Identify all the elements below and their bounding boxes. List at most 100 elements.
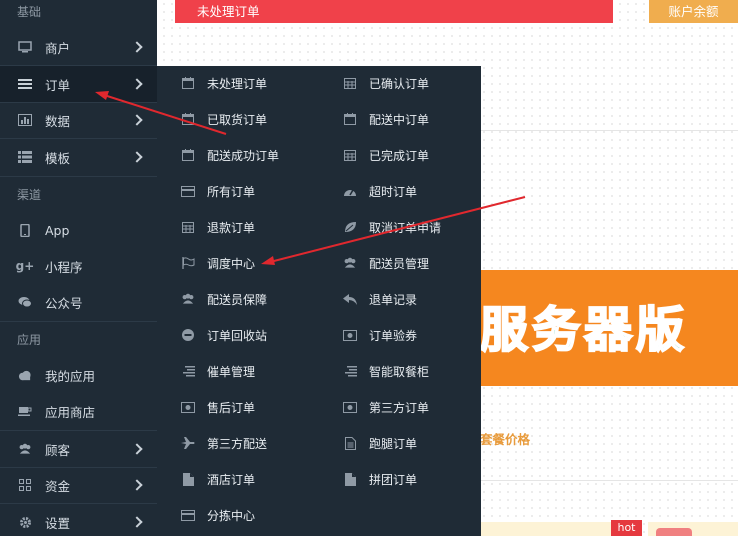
file-icon — [181, 472, 195, 486]
content-divider — [480, 130, 738, 131]
sidebar-item-label: 订单 — [45, 77, 71, 93]
submenu-item-picked-up-orders[interactable]: 已取货订单 — [181, 107, 267, 131]
submenu-item-completed-orders[interactable]: 已完成订单 — [343, 143, 429, 167]
plane-icon — [181, 436, 195, 450]
sidebar-item-label: 数据 — [45, 113, 71, 129]
sidebar-item-app-store[interactable]: 应用商店 — [0, 393, 157, 429]
unprocessed-orders-bar[interactable]: 未处理订单 — [175, 0, 613, 23]
divider — [0, 321, 157, 322]
sidebar-item-label: 公众号 — [45, 295, 83, 311]
orders-submenu: 未处理订单 已取货订单 配送成功订单 所有订单 退款订单 调度中心 配送员保障 … — [157, 66, 481, 536]
file-text-icon — [343, 436, 357, 450]
bar-chart-icon — [18, 113, 32, 127]
submenu-item-smart-locker[interactable]: 智能取餐柜 — [343, 359, 429, 383]
submenu-item-group-buy-orders[interactable]: 拼团订单 — [343, 467, 417, 491]
submenu-item-label: 酒店订单 — [207, 472, 256, 487]
sidebar-item-merchant[interactable]: 商户 — [0, 29, 157, 65]
calendar-icon — [343, 112, 357, 126]
submenu-item-reminder-management[interactable]: 催单管理 — [181, 359, 255, 383]
sidebar-item-label: 顾客 — [45, 442, 71, 458]
sidebar-item-customers[interactable]: 顾客 — [0, 431, 157, 467]
package-price-label[interactable]: 套餐价格 — [480, 429, 530, 448]
server-version-banner[interactable]: 服务器版 — [480, 270, 738, 386]
submenu-item-refund-records[interactable]: 退单记录 — [343, 287, 417, 311]
submenu-item-errand-orders[interactable]: 跑腿订单 — [343, 431, 417, 455]
submenu-item-label: 退单记录 — [369, 292, 418, 307]
submenu-item-label: 已取货订单 — [207, 112, 268, 127]
sidebar-item-label: 商户 — [45, 40, 71, 56]
submenu-item-third-party-delivery[interactable]: 第三方配送 — [181, 431, 267, 455]
align-right-icon — [181, 364, 195, 378]
coffee-icon — [18, 404, 32, 418]
chat-icon — [18, 295, 32, 309]
submenu-item-courier-protection[interactable]: 配送员保障 — [181, 287, 267, 311]
sidebar-item-settings[interactable]: 设置 — [0, 504, 157, 536]
submenu-item-cancel-order-requests[interactable]: 取消订单申请 — [343, 215, 441, 239]
submenu-item-label: 第三方配送 — [207, 436, 268, 451]
submenu-item-order-recycle-bin[interactable]: 订单回收站 — [181, 323, 267, 347]
section-title-channel: 渠道 — [17, 188, 42, 202]
submenu-item-label: 已确认订单 — [369, 76, 430, 91]
submenu-item-confirmed-orders[interactable]: 已确认订单 — [343, 71, 429, 95]
leaf-icon — [343, 220, 357, 234]
chevron-right-icon — [131, 479, 143, 491]
sidebar-item-orders[interactable]: 订单 — [0, 66, 157, 102]
sidebar-item-my-apps[interactable]: 我的应用 — [0, 357, 157, 393]
card-icon — [181, 508, 195, 522]
flag-icon — [181, 256, 195, 270]
submenu-item-label: 所有订单 — [207, 184, 256, 199]
align-right-icon — [343, 364, 357, 378]
sidebar-item-app[interactable]: App — [0, 212, 157, 248]
submenu-item-all-orders[interactable]: 所有订单 — [181, 179, 255, 203]
minus-circle-icon — [181, 328, 195, 342]
account-balance-bar[interactable]: 账户余额 — [649, 0, 738, 23]
chevron-right-icon — [131, 443, 143, 455]
submenu-item-unprocessed-orders[interactable]: 未处理订单 — [181, 71, 267, 95]
submenu-item-after-sales-orders[interactable]: 售后订单 — [181, 395, 255, 419]
submenu-item-hotel-orders[interactable]: 酒店订单 — [181, 467, 255, 491]
sidebar-item-label: App — [45, 222, 70, 238]
submenu-item-dispatch-center[interactable]: 调度中心 — [181, 251, 255, 275]
bottom-card[interactable] — [480, 522, 612, 536]
submenu-item-label: 智能取餐柜 — [369, 364, 430, 379]
submenu-item-label: 未处理订单 — [207, 76, 268, 91]
sidebar-item-label: 我的应用 — [45, 368, 96, 384]
submenu-item-third-party-orders[interactable]: 第三方订单 — [343, 395, 429, 419]
card-tag — [656, 528, 692, 536]
sidebar-item-funds[interactable]: 资金 — [0, 467, 157, 503]
bottom-card-right[interactable] — [648, 522, 738, 536]
submenu-item-label: 订单验券 — [369, 328, 418, 343]
submenu-item-label: 第三方订单 — [369, 400, 430, 415]
submenu-item-courier-management[interactable]: 配送员管理 — [343, 251, 429, 275]
submenu-item-refund-orders[interactable]: 退款订单 — [181, 215, 255, 239]
sidebar-item-official-account[interactable]: 公众号 — [0, 284, 157, 320]
submenu-item-label: 已完成订单 — [369, 148, 430, 163]
calendar-icon — [181, 76, 195, 90]
submenu-item-label: 超时订单 — [369, 184, 418, 199]
calendar-grid-icon — [343, 148, 357, 162]
gear-icon — [18, 515, 32, 529]
sidebar-item-templates[interactable]: 模板 — [0, 139, 157, 175]
section-title-basic: 基础 — [17, 5, 42, 19]
sidebar-item-mini-program[interactable]: g+ 小程序 — [0, 248, 157, 284]
hot-badge: hot — [611, 520, 642, 536]
list-icon — [18, 77, 32, 91]
chevron-right-icon — [131, 151, 143, 163]
submenu-item-coupon-verification[interactable]: 订单验券 — [343, 323, 417, 347]
submenu-item-label: 催单管理 — [207, 364, 256, 379]
card-icon — [181, 184, 195, 198]
sidebar-item-data[interactable]: 数据 — [0, 102, 157, 138]
users-icon — [343, 256, 357, 270]
file-icon — [343, 472, 357, 486]
submenu-item-label: 配送员保障 — [207, 292, 268, 307]
chevron-right-icon — [131, 41, 143, 53]
submenu-item-label: 配送成功订单 — [207, 148, 280, 163]
dashboard-icon — [343, 184, 357, 198]
calendar-grid-icon — [181, 220, 195, 234]
submenu-item-sorting-center[interactable]: 分拣中心 — [181, 503, 255, 527]
content-divider — [480, 480, 738, 481]
submenu-item-overtime-orders[interactable]: 超时订单 — [343, 179, 417, 203]
submenu-item-in-delivery-orders[interactable]: 配送中订单 — [343, 107, 429, 131]
reply-icon — [343, 292, 357, 306]
submenu-item-delivered-orders[interactable]: 配送成功订单 — [181, 143, 279, 167]
